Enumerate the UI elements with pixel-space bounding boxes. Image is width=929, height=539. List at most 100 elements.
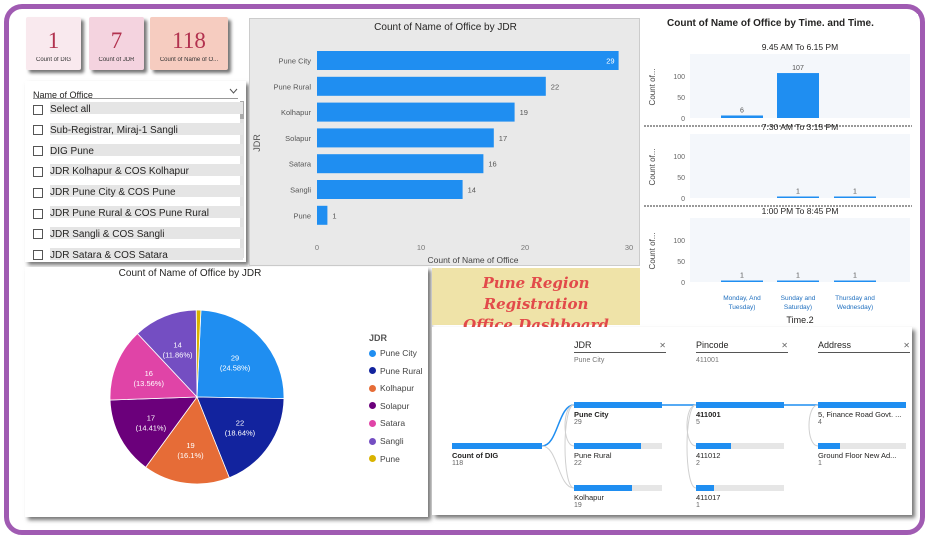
time-chart[interactable]: 9.45 AM To 6.15 PM050100Count of...61077…: [642, 14, 918, 326]
bar[interactable]: [317, 102, 515, 122]
decomp-node-label: Ground Floor New Ad...: [818, 451, 897, 460]
legend-label: Sangli: [380, 436, 404, 446]
bar-category-label: Pune: [293, 211, 311, 220]
office-slicer[interactable]: Name of Office Select all Sub-Registrar, …: [25, 81, 246, 262]
kpi-card-dig[interactable]: 1 Count of DIG: [26, 17, 81, 70]
decomp-node-bar: [696, 443, 732, 449]
pie-slice[interactable]: [196, 309, 285, 400]
bar-category-label: Sangli: [290, 186, 311, 195]
time-y-tick: 0: [681, 280, 685, 287]
checkbox[interactable]: [33, 125, 43, 136]
slicer-item-label: JDR Pune City & COS Pune: [50, 187, 176, 199]
slicer-item[interactable]: JDR Kolhapur & COS Kolhapur: [33, 164, 243, 179]
decomp-node-value: 5: [696, 419, 700, 426]
checkbox[interactable]: [33, 208, 43, 219]
pie-chart-panel: Count of Name of Office by JDR 29 (24.58%…: [25, 267, 428, 517]
time-bar[interactable]: [721, 115, 763, 118]
decomp-node-bar: [818, 402, 906, 408]
slicer-item[interactable]: JDR Sangli & COS Sangli: [33, 226, 243, 242]
decomp-node-label: Pune Rural: [574, 451, 612, 460]
bar-value-label: 16: [488, 160, 496, 169]
kpi-card-jdr[interactable]: 7 Count of JDR: [89, 17, 144, 70]
time-x-axis-label: Time.2: [786, 315, 813, 325]
decomp-node-value: 118: [452, 460, 464, 467]
legend-label: Kolhapur: [380, 383, 415, 394]
decomposition-tree[interactable]: JDR ✕ Pune City Pincode ✕ 411001 Address ✕ Coun…: [432, 327, 912, 515]
bar-category-label: Pune Rural: [273, 82, 311, 91]
slicer-item[interactable]: Sub-Registrar, Miraj-1 Sangli: [33, 122, 243, 138]
legend-item[interactable]: Solapur: [369, 401, 409, 411]
pie-legend-title: JDR: [369, 333, 388, 343]
decomp-node-bar: [574, 443, 641, 449]
bar-category-label: Kolhapur: [281, 108, 312, 117]
decomp-node-bar: [574, 485, 633, 491]
bar-value-label: 14: [468, 186, 476, 195]
bar[interactable]: [317, 180, 463, 199]
decomp-connector-faded: [686, 404, 697, 489]
checkbox[interactable]: [33, 250, 43, 261]
checkbox[interactable]: [33, 229, 43, 240]
pie-chart[interactable]: 29 (24.58%)22 (18.64%)19 (16.1%)17 (14.41%)1…: [25, 267, 428, 517]
decomp-node-label: Kolhapur: [574, 493, 605, 502]
time-bar[interactable]: [777, 196, 819, 199]
bar[interactable]: [317, 205, 328, 225]
kpi-label: Count of JDR: [98, 57, 135, 63]
checkbox[interactable]: [33, 104, 43, 115]
bar-chart[interactable]: JDR Pune City 29 Pune Rural 22 Kolhapur 19 Sola…: [250, 19, 641, 267]
decomp-node-label: 411012: [696, 451, 721, 460]
decomp-node-label: 5, Finance Road Govt. ...: [818, 410, 902, 419]
decomp-node-value: 29: [574, 419, 582, 426]
checkbox[interactable]: [33, 146, 43, 157]
dashboard-title-line1: Pune Region Registration: [482, 274, 590, 313]
time-y-axis-label: Count of...: [648, 69, 657, 106]
legend-item[interactable]: Pune Rural: [369, 366, 423, 376]
time-y-axis-label: Count of...: [648, 233, 657, 270]
kpi-value: 118: [172, 28, 206, 53]
slicer-header[interactable]: Name of Office: [33, 85, 238, 100]
slicer-item[interactable]: JDR Pune Rural & COS Pune Rural: [33, 206, 243, 221]
legend-item[interactable]: Satara: [369, 418, 405, 428]
decomp-node-label: Pune City: [574, 410, 609, 419]
time-y-tick: 0: [681, 116, 685, 123]
legend-marker: [369, 349, 376, 357]
kpi-label: Count of DIG: [35, 57, 71, 63]
bar[interactable]: [317, 154, 484, 174]
slicer-item-label: DIG Pune: [50, 145, 94, 157]
slicer-item[interactable]: JDR Pune City & COS Pune: [33, 185, 243, 200]
time-x-tick: Monday, And Tuesday): [723, 295, 761, 311]
slicer-item[interactable]: Select all: [33, 102, 243, 117]
bar[interactable]: [317, 128, 494, 148]
time-bar[interactable]: [721, 280, 763, 283]
bar[interactable]: [317, 76, 546, 96]
decomp-node-bar: [574, 402, 662, 408]
slicer-item[interactable]: DIG Pune: [33, 143, 243, 159]
legend-marker: [369, 384, 376, 392]
bar-chart-panel: Count of Name of Office by JDR JDR Pune C…: [249, 18, 640, 266]
time-bar[interactable]: [834, 280, 876, 283]
time-x-tick: Sunday and Saturday): [781, 295, 816, 311]
checkbox[interactable]: [33, 187, 43, 198]
legend-label: Pune City: [380, 348, 417, 358]
decomp-node-bar: [818, 443, 840, 449]
bar[interactable]: [317, 51, 619, 70]
kpi-value: 7: [110, 28, 123, 53]
kpi-card-office[interactable]: 118 Count of Name of O...: [150, 17, 228, 70]
time-bar-value: 6: [740, 107, 744, 114]
slicer-item[interactable]: JDR Satara & COS Satara: [33, 247, 243, 263]
time-panel-header: 7:30 AM To 3:15 PM: [762, 122, 838, 132]
checkbox[interactable]: [33, 166, 43, 177]
slicer-item-label: JDR Kolhapur & COS Kolhapur: [50, 166, 189, 178]
bar-x-axis-label: Count of Name of Office: [427, 255, 518, 265]
time-bar[interactable]: [777, 280, 819, 283]
chevron-down-icon[interactable]: [229, 88, 238, 94]
decomp-node-value: 2: [696, 460, 700, 467]
bar-x-tick: 30: [625, 243, 633, 252]
bar-value-label: 22: [551, 82, 559, 91]
legend-item[interactable]: Pune: [369, 454, 400, 464]
bar-category-label: Solapur: [285, 134, 311, 143]
legend-item[interactable]: Kolhapur: [369, 383, 414, 393]
legend-item[interactable]: Sangli: [369, 436, 404, 446]
time-bar[interactable]: [777, 73, 819, 118]
legend-item[interactable]: Pune City: [369, 348, 417, 358]
time-bar[interactable]: [834, 196, 876, 199]
